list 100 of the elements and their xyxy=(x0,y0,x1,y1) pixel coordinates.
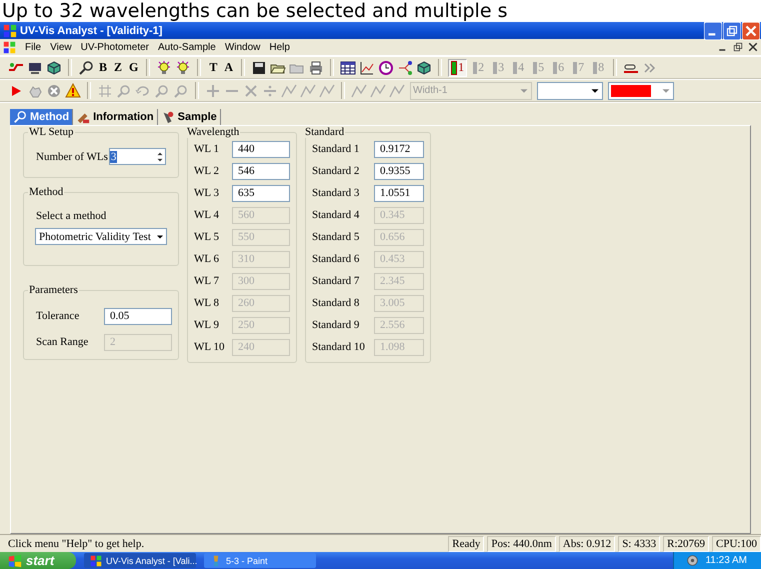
tab[interactable]: Sample xyxy=(158,109,221,125)
field-label: WL 9 xyxy=(194,319,220,331)
start-button[interactable]: start xyxy=(0,552,76,569)
input-field[interactable]: 1.0551 xyxy=(374,184,424,202)
magnifier-icon xyxy=(13,110,27,124)
group-title: Method xyxy=(28,186,64,198)
field-label: Standard 1 xyxy=(312,143,360,155)
magnifier-icon[interactable] xyxy=(78,60,94,76)
menu-item[interactable]: View xyxy=(50,42,72,52)
tube-icon xyxy=(160,110,175,124)
input-field[interactable]: 0.9172 xyxy=(374,140,424,158)
channel-button[interactable]: 8 xyxy=(590,58,608,76)
channel-button[interactable]: 6 xyxy=(550,58,568,76)
status-pane: Pos: 440.0nm xyxy=(487,536,556,552)
caption-text: Up to 32 wavelengths can be selected and multiple s xyxy=(1,0,508,22)
field-label: WL 3 xyxy=(194,187,220,199)
app-icon[interactable] xyxy=(3,40,16,54)
taskbar-button[interactable]: 5-3 - Paint xyxy=(204,553,316,568)
menu-item[interactable]: Auto-Sample xyxy=(158,42,216,52)
field-label: Tolerance xyxy=(36,310,80,322)
input-field[interactable]: 635 xyxy=(232,184,290,202)
field-label: Standard 8 xyxy=(312,297,360,309)
menu-item[interactable]: UV-Photometer xyxy=(80,42,149,52)
nodes-icon[interactable] xyxy=(397,60,414,76)
channel-button[interactable]: 3 xyxy=(490,58,508,76)
tab[interactable]: Information xyxy=(73,109,158,125)
field-label: Standard 2 xyxy=(312,165,360,177)
lamp-icon[interactable] xyxy=(175,60,192,76)
group-title: WL Setup xyxy=(28,126,74,138)
toolbar-button[interactable]: B xyxy=(97,58,110,76)
field-label: WL 7 xyxy=(194,275,220,287)
method-dropdown[interactable]: Photometric Validity Test xyxy=(35,228,167,245)
app-icon xyxy=(3,24,17,38)
line-width-dropdown[interactable]: Width-1 xyxy=(410,82,532,100)
group-title: Standard xyxy=(304,126,346,138)
field-label: Standard 6 xyxy=(312,253,360,265)
printer-icon[interactable] xyxy=(308,60,324,76)
toolbar-button[interactable]: A xyxy=(222,58,236,76)
channel-button[interactable]: 5 xyxy=(530,58,548,76)
color-dropdown[interactable] xyxy=(608,82,674,100)
restore-icon[interactable] xyxy=(723,22,741,40)
stop-icon[interactable] xyxy=(46,82,62,98)
input-field[interactable]: 546 xyxy=(232,162,290,180)
floppy-icon[interactable] xyxy=(251,60,268,76)
toolbar-button[interactable]: G xyxy=(127,58,140,76)
status-pane: Ready xyxy=(448,536,484,552)
clock: 11:23 AM xyxy=(705,555,747,566)
input-field[interactable]: 440 xyxy=(232,140,290,158)
field-label: WL 1 xyxy=(194,143,220,155)
minimize-icon[interactable] xyxy=(704,22,722,40)
windows-logo-icon xyxy=(8,554,22,568)
field-label: Standard 3 xyxy=(312,187,360,199)
close-icon[interactable] xyxy=(747,41,759,53)
input-field[interactable]: 0.9355 xyxy=(374,162,424,180)
toolbar-button[interactable]: Z xyxy=(112,58,124,76)
field-label: WL 8 xyxy=(194,297,220,309)
status-pane: S: 4333 xyxy=(618,536,660,552)
field-label: Standard 4 xyxy=(312,209,360,221)
field-label: Select a method xyxy=(36,210,108,222)
menu-item[interactable]: File xyxy=(25,42,42,52)
group-title: Parameters xyxy=(28,284,79,296)
channel-button[interactable]: 7 xyxy=(570,58,588,76)
field-label: WL 5 xyxy=(194,231,220,243)
field-label: Standard 7 xyxy=(312,275,360,287)
chart-icon[interactable] xyxy=(359,60,376,76)
field-label: Standard 10 xyxy=(312,341,366,353)
app-icon xyxy=(90,554,102,566)
menu-item[interactable]: Window xyxy=(224,42,260,52)
channel-button[interactable]: 4 xyxy=(510,58,528,76)
cube-icon[interactable] xyxy=(416,60,432,76)
menu-item[interactable]: Help xyxy=(269,42,290,52)
tab[interactable]: Method xyxy=(10,109,74,125)
field-label: WL 2 xyxy=(194,165,220,177)
toolbar-button[interactable]: T xyxy=(207,58,220,76)
status-message: Click menu "Help" to get help. xyxy=(8,538,146,550)
table-icon[interactable] xyxy=(340,60,356,76)
style-dropdown[interactable] xyxy=(537,82,603,100)
channel-button[interactable]: 2 xyxy=(470,58,488,76)
input-field[interactable]: 0.05 xyxy=(104,308,172,324)
status-pane: R:20769 xyxy=(663,536,710,552)
status-pane: CPU:100 xyxy=(712,536,761,552)
cube-icon[interactable] xyxy=(46,60,62,76)
status-pane: Abs: 0.912 xyxy=(558,536,616,552)
field-label: Standard 5 xyxy=(312,231,360,243)
warning-icon[interactable] xyxy=(65,82,81,98)
clock-icon[interactable] xyxy=(378,60,394,76)
field-label: WL 6 xyxy=(194,253,220,265)
field-label: Number of WLs xyxy=(36,150,108,162)
restore-icon[interactable] xyxy=(732,41,744,53)
field-label: Standard 9 xyxy=(312,319,360,331)
field-label: Scan Range xyxy=(36,336,88,348)
field-label: WL 4 xyxy=(194,209,220,221)
field-label: WL 10 xyxy=(194,341,226,353)
window-title: UV-Vis Analyst - [Validity-1] xyxy=(20,24,162,36)
number-spinner[interactable]: 3 xyxy=(108,148,166,165)
channel-button[interactable]: 1 xyxy=(448,58,468,76)
speaker-icon[interactable] xyxy=(686,554,700,567)
lamp-icon[interactable] xyxy=(156,60,172,76)
taskbar-button[interactable]: UV-Vis Analyst - [Vali... xyxy=(84,553,196,568)
group-title: Wavelength xyxy=(186,126,240,138)
